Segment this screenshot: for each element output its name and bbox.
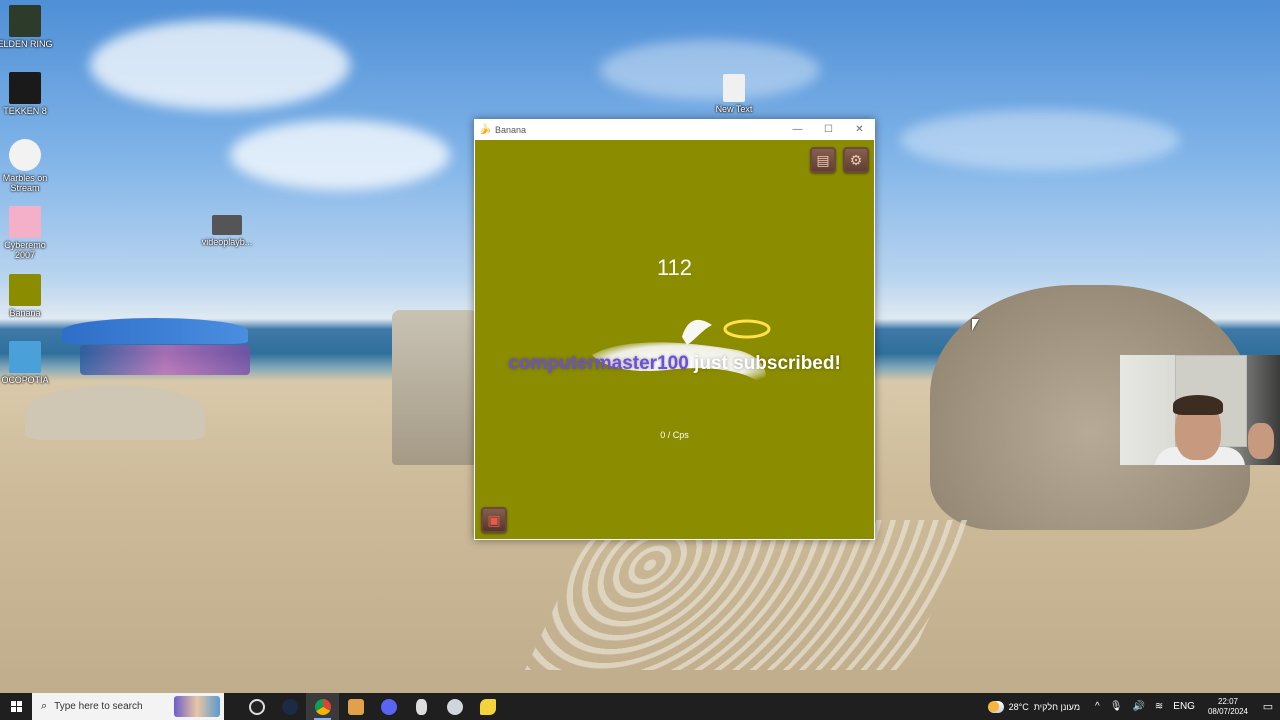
subscriber-alert: computermaster100 just subscribed! (475, 353, 874, 375)
weather-temp: 28°C (1008, 701, 1029, 712)
notifications-icon[interactable]: ▭ (1256, 700, 1280, 713)
desktop-icon-videoplayback[interactable]: videoplayb... (197, 215, 257, 247)
taskbar-search[interactable]: ⌕ Type here to search (32, 693, 224, 720)
language-indicator[interactable]: ENG (1173, 701, 1195, 712)
shop-icon: ▤ (816, 151, 830, 168)
taskbar-app-explorer[interactable] (339, 693, 372, 720)
windows-logo-icon (10, 701, 22, 712)
beach-umbrella (62, 318, 248, 344)
taskbar-app-mouse[interactable] (405, 693, 438, 720)
mouse-app-icon (416, 698, 427, 715)
game-area: ▤ ⚙ 112 computermaster100 just subscribe… (475, 140, 874, 539)
window-title: Banana (495, 124, 527, 135)
volume-icon[interactable]: 🔊 (1132, 701, 1144, 712)
cps-counter: 0 / Cps (660, 430, 689, 440)
desktop-icon-new-text[interactable]: New Text (704, 74, 764, 114)
upgrades-icon: ▣ (487, 511, 501, 528)
elden-ring-icon (9, 5, 41, 37)
network-icon[interactable]: ≋ (1155, 701, 1163, 712)
desktop-icon-ocopotia[interactable]: ОСОРОТІА (0, 341, 55, 385)
weather-text: מעונן חלקית (1033, 701, 1081, 712)
desktop-icon-label: videoplayb... (201, 237, 253, 247)
taskbar-app-banana[interactable] (471, 693, 504, 720)
cloud (90, 20, 350, 110)
webcam-person-hair (1173, 395, 1223, 415)
halo-icon (723, 319, 771, 339)
desktop-icon-label: Marbles on Stream (2, 173, 48, 193)
search-placeholder: Type here to search (54, 701, 143, 712)
minimize-button[interactable]: — (782, 119, 813, 140)
desktop-icon-banana[interactable]: Banana (0, 274, 55, 318)
text-file-icon (723, 74, 745, 102)
subscriber-suffix: just subscribed! (688, 353, 841, 374)
webcam-overlay (1120, 355, 1280, 465)
settings-icon: ⚙ (849, 151, 863, 168)
desktop-icon-marbles[interactable]: Marbles on Stream (0, 139, 55, 193)
maximize-button[interactable]: ☐ (813, 119, 844, 140)
cyberemo-icon (9, 206, 41, 238)
webcam-person-hand (1248, 423, 1274, 459)
banana-icon: 🍌 (479, 124, 492, 135)
desktop-icon-label: New Text (715, 104, 753, 114)
cloud (900, 110, 1180, 170)
shop-button[interactable]: ▤ (810, 147, 836, 173)
subscriber-name: computermaster100 (508, 353, 689, 374)
taskbar: ⌕ Type here to search 28°C מעונן חלקית ^… (0, 693, 1280, 720)
chevron-up-icon[interactable]: ^ (1095, 701, 1100, 712)
sand-tiki-head (392, 310, 478, 465)
obs-icon (248, 698, 265, 715)
desktop-icon-cyberemo[interactable]: Cyberemo 2007 (0, 206, 55, 260)
desktop-icon-label: ОСОРОТІА (1, 375, 49, 385)
start-button[interactable] (0, 693, 32, 720)
desktop-icon-label: Cyberemo 2007 (4, 240, 46, 260)
tekken-icon (9, 72, 41, 104)
close-button[interactable]: ✕ (844, 119, 875, 140)
shell-path (525, 520, 975, 670)
banana-window: 🍌 Banana — ☐ ✕ ▤ ⚙ 112 computermaster100… (474, 119, 875, 540)
cloud (230, 120, 450, 190)
upgrades-button[interactable]: ▣ (481, 507, 507, 533)
beach-chairs (80, 345, 250, 375)
desktop-icon-tekken[interactable]: TEKKEN 8 (0, 72, 55, 116)
taskbar-app-steam[interactable] (273, 693, 306, 720)
clock-date: 08/07/2024 (1207, 706, 1248, 716)
steam-icon (281, 698, 298, 715)
taskbar-app-discord[interactable] (372, 693, 405, 720)
clock-time: 22:07 (1217, 696, 1238, 706)
marbles-icon (9, 139, 41, 171)
wing-icon (682, 319, 712, 345)
desktop-icon-elden-ring[interactable]: ELDEN RING (0, 5, 55, 49)
window-controls: — ☐ ✕ (782, 119, 875, 140)
video-file-icon (212, 215, 242, 235)
banana-app-icon (9, 274, 41, 306)
discord-icon (380, 698, 397, 715)
taskbar-app-obs[interactable] (240, 693, 273, 720)
taskbar-pinned-apps (240, 693, 504, 720)
settings-button[interactable]: ⚙ (843, 147, 869, 173)
desktop-icon-label: TEKKEN 8 (3, 106, 47, 116)
partly-cloudy-icon (987, 700, 1004, 713)
taskbar-app-chrome[interactable] (306, 693, 339, 720)
banana-icon (479, 698, 496, 715)
taskbar-clock[interactable]: 22:07 08/07/2024 (1208, 697, 1248, 717)
desktop-icon-label: Banana (9, 308, 41, 318)
search-highlight-image (174, 696, 220, 717)
ocopotia-icon (9, 341, 41, 373)
system-tray: 28°C מעונן חלקית ^ 🎙 🔊 ≋ ENG 22:07 08/07… (987, 693, 1280, 720)
mouse-cursor (972, 319, 979, 331)
search-icon: ⌕ (41, 700, 48, 712)
microphone-icon[interactable]: 🎙 (1110, 701, 1123, 712)
taskbar-app-shield[interactable] (438, 693, 471, 720)
sand-dome (25, 385, 205, 440)
folder-icon (347, 698, 364, 715)
shield-icon (446, 698, 463, 715)
weather-widget[interactable]: 28°C מעונן חלקית (987, 700, 1081, 713)
chrome-icon (314, 698, 331, 715)
window-titlebar[interactable]: 🍌 Banana — ☐ ✕ (474, 119, 875, 140)
banana-count: 112 (656, 255, 693, 280)
desktop-icon-label: ELDEN RING (0, 39, 53, 49)
